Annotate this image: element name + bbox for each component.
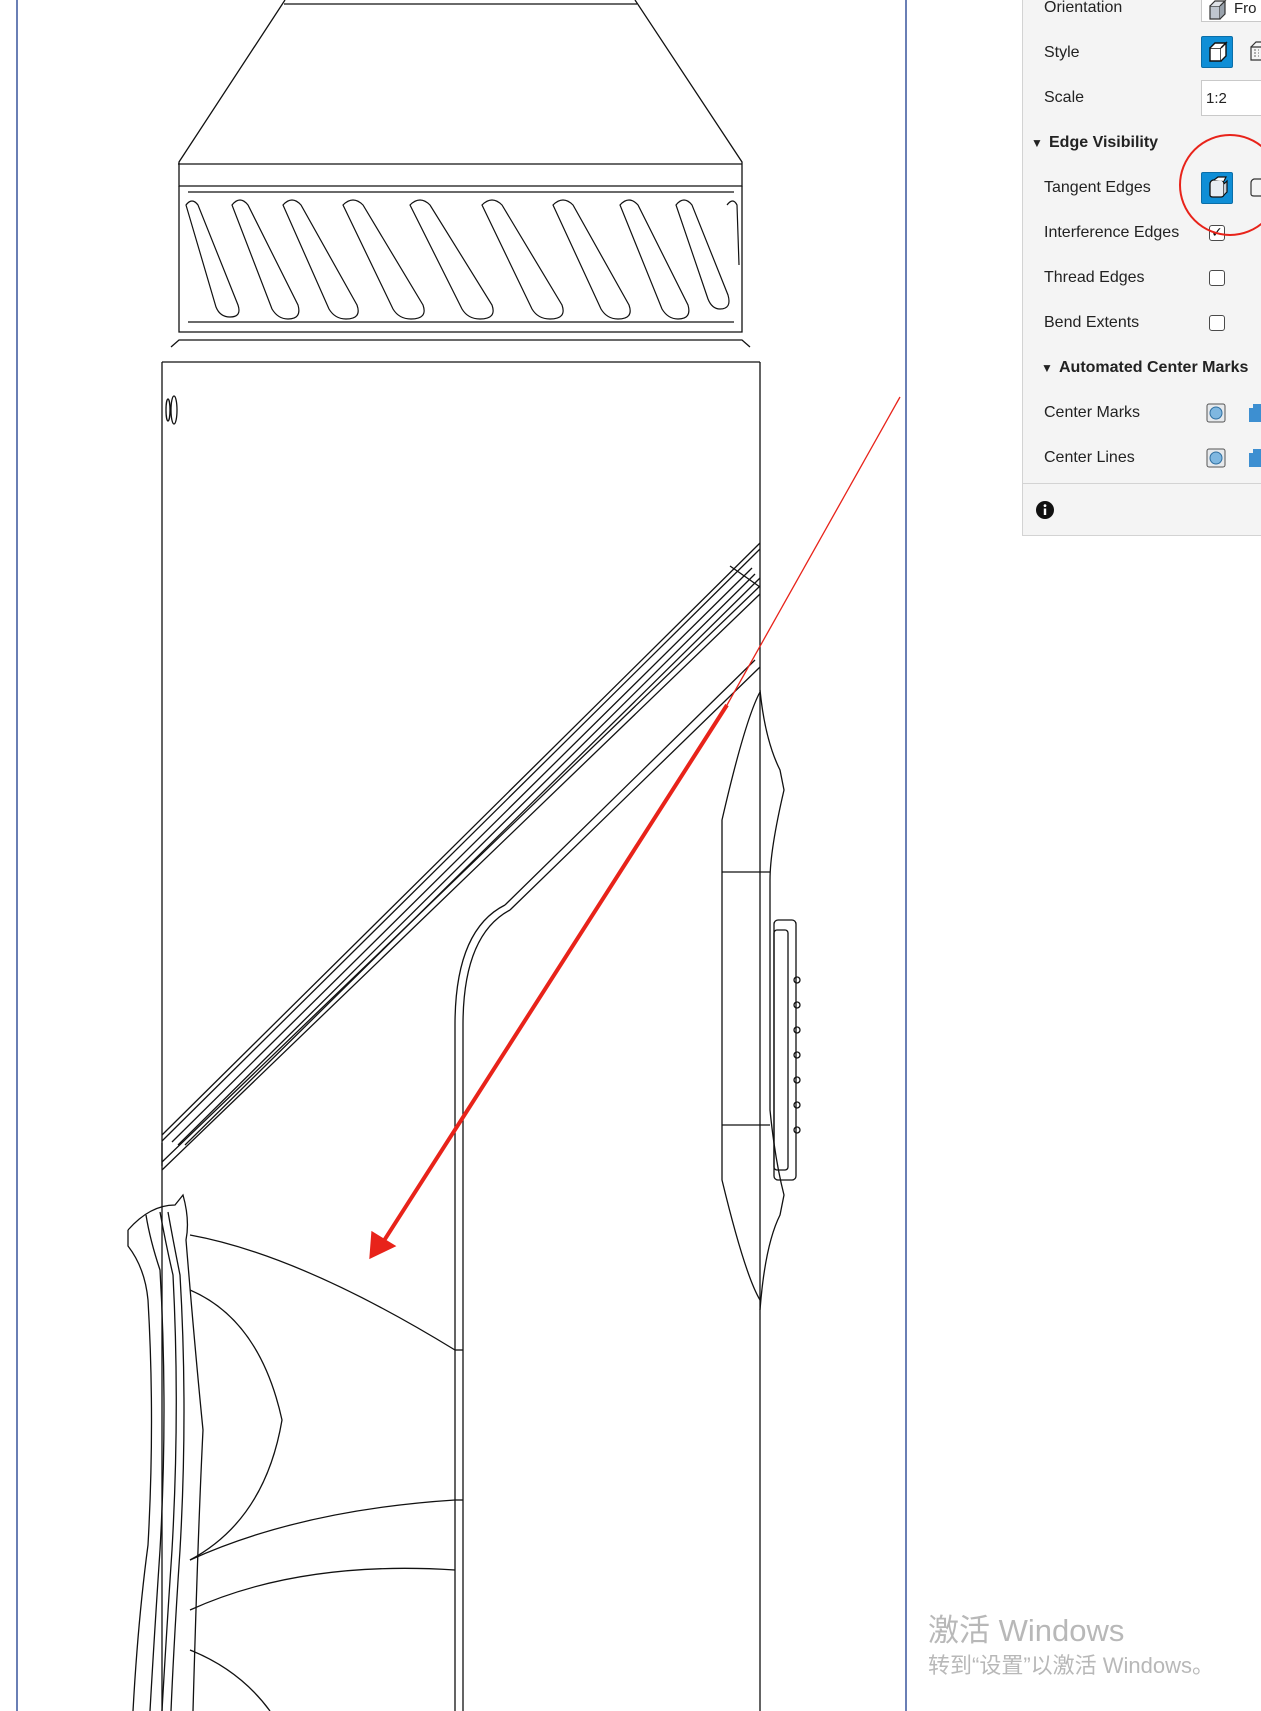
- hole-line-icon: [1249, 449, 1261, 467]
- bend-extents-label: Bend Extents: [1044, 314, 1140, 331]
- view-cube-icon: [1209, 0, 1227, 20]
- orientation-label: Orientation: [1044, 0, 1123, 16]
- part-side-dots: [793, 976, 801, 1134]
- style-visible-edges-button[interactable]: [1201, 36, 1233, 68]
- panel-footer: [1023, 483, 1261, 535]
- scale-input[interactable]: 1:2: [1201, 80, 1261, 116]
- style-hidden-edges-button[interactable]: [1243, 36, 1261, 68]
- center-marks-hole-button[interactable]: [1245, 398, 1261, 426]
- part-body: [161, 339, 761, 1711]
- style-row: Style: [1023, 33, 1261, 73]
- cube-outline-icon: [1209, 41, 1228, 62]
- part-slots: [185, 199, 740, 320]
- thread-edges-checkbox[interactable]: [1209, 270, 1225, 286]
- edge-visibility-heading: Edge Visibility: [1049, 134, 1159, 151]
- cylinder-line-icon: [1206, 448, 1226, 468]
- thread-edges-row: Thread Edges: [1023, 258, 1261, 298]
- center-lines-cylinder-button[interactable]: [1203, 443, 1231, 471]
- bend-extents-checkbox[interactable]: [1209, 315, 1225, 331]
- center-marks-header[interactable]: ▼ Automated Center Marks: [1041, 348, 1261, 388]
- center-marks-cylinder-button[interactable]: [1203, 398, 1231, 426]
- orientation-row: Orientation Fro: [1023, 0, 1261, 28]
- part-head: [178, 0, 743, 333]
- tangent-edges-label: Tangent Edges: [1044, 179, 1151, 196]
- bend-extents-row: Bend Extents: [1023, 303, 1261, 343]
- part-clip: [127, 1193, 456, 1711]
- collapse-caret-icon: ▼: [1031, 136, 1043, 150]
- style-label: Style: [1044, 44, 1080, 61]
- annotation-highlight-circle: [1179, 134, 1261, 236]
- part-side-button: [721, 689, 801, 1311]
- orientation-value: Fro: [1234, 0, 1257, 17]
- center-marks-row: Center Marks: [1023, 393, 1261, 433]
- center-marks-label: Center Marks: [1044, 404, 1141, 421]
- annotation-arrow: [369, 396, 901, 1260]
- windows-activation-subtext: 转到“设置”以激活 Windows。: [928, 1653, 1215, 1678]
- thread-edges-label: Thread Edges: [1044, 269, 1145, 286]
- collapse-caret-icon: ▼: [1041, 361, 1053, 375]
- info-icon[interactable]: [1035, 500, 1055, 520]
- orientation-select[interactable]: Fro: [1201, 0, 1261, 22]
- center-marks-heading: Automated Center Marks: [1059, 359, 1249, 376]
- interference-edges-label: Interference Edges: [1044, 224, 1180, 241]
- center-lines-hole-button[interactable]: [1245, 443, 1261, 471]
- center-lines-label: Center Lines: [1044, 449, 1135, 466]
- cylinder-mark-icon: [1206, 403, 1226, 423]
- center-lines-row: Center Lines: [1023, 438, 1261, 478]
- scale-label: Scale: [1044, 89, 1085, 106]
- hole-mark-icon: [1249, 404, 1261, 422]
- properties-panel: Orientation Fro Style Scale 1:2 ▼ Edge V…: [1022, 0, 1261, 536]
- cube-hidden-lines-icon: [1250, 41, 1261, 61]
- windows-activation-watermark: 激活 Windows: [928, 1613, 1125, 1648]
